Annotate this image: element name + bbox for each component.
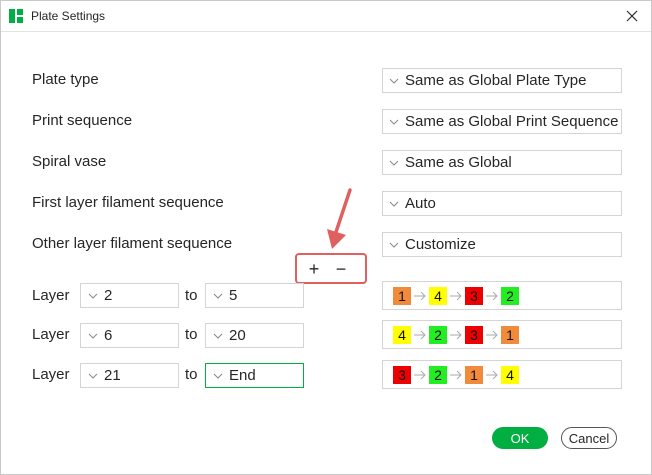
- app-logo-icon: [9, 9, 23, 23]
- plate-type-value: Same as Global Plate Type: [405, 72, 587, 89]
- layer-to-input[interactable]: 5: [205, 283, 304, 308]
- filament-chip[interactable]: 3: [465, 286, 483, 305]
- chevron-down-icon: [88, 293, 98, 299]
- layer-range-controls: + −: [295, 253, 367, 284]
- first-layer-sequence-value: Auto: [405, 195, 436, 212]
- other-layer-sequence-select[interactable]: Customize: [382, 232, 622, 257]
- chevron-down-icon: [389, 242, 399, 248]
- arrow-right-icon: [484, 370, 500, 380]
- layer-to-value: End: [229, 367, 256, 384]
- plate-type-select[interactable]: Same as Global Plate Type: [382, 68, 622, 93]
- other-layer-sequence-label: Other layer filament sequence: [32, 235, 233, 252]
- layer-label: Layer: [32, 287, 70, 304]
- title-bar: Plate Settings: [1, 1, 651, 32]
- layer-to-input[interactable]: 20: [205, 323, 304, 348]
- close-icon: [626, 10, 638, 22]
- other-layer-sequence-value: Customize: [405, 236, 476, 253]
- arrow-right-icon: [448, 370, 464, 380]
- filament-chip[interactable]: 1: [501, 325, 519, 344]
- close-button[interactable]: [619, 3, 645, 29]
- filament-chip[interactable]: 2: [429, 365, 447, 384]
- plate-type-label: Plate type: [32, 71, 99, 88]
- chevron-down-icon: [389, 160, 399, 166]
- chevron-down-icon: [213, 293, 223, 299]
- arrow-right-icon: [484, 330, 500, 340]
- arrow-right-icon: [448, 291, 464, 301]
- arrow-right-icon: [484, 291, 500, 301]
- chevron-down-icon: [389, 201, 399, 207]
- ok-button[interactable]: OK: [492, 427, 548, 449]
- filament-chip[interactable]: 1: [393, 286, 411, 305]
- annotation-arrow-icon: [327, 188, 352, 249]
- minus-icon: −: [335, 258, 347, 279]
- filament-chip[interactable]: 4: [393, 325, 411, 344]
- layer-from-input[interactable]: 6: [80, 323, 179, 348]
- first-layer-sequence-label: First layer filament sequence: [32, 194, 224, 211]
- filament-chip[interactable]: 2: [501, 286, 519, 305]
- filament-sequence-row-2: 4231: [382, 320, 622, 349]
- filament-sequence-row-3: 3214: [382, 360, 622, 389]
- filament-sequence-row-1: 1432: [382, 281, 622, 310]
- arrow-right-icon: [412, 370, 428, 380]
- spiral-vase-label: Spiral vase: [32, 153, 107, 170]
- arrow-right-icon: [412, 330, 428, 340]
- spiral-vase-value: Same as Global: [405, 154, 512, 171]
- remove-layer-range-button[interactable]: −: [330, 258, 352, 280]
- print-sequence-value: Same as Global Print Sequence: [405, 113, 619, 130]
- add-layer-range-button[interactable]: +: [303, 258, 325, 280]
- chevron-down-icon: [389, 119, 399, 125]
- filament-chip[interactable]: 3: [393, 365, 411, 384]
- spiral-vase-select[interactable]: Same as Global: [382, 150, 622, 175]
- chevron-down-icon: [88, 333, 98, 339]
- filament-chip[interactable]: 3: [465, 325, 483, 344]
- cancel-button[interactable]: Cancel: [561, 427, 617, 449]
- to-label: to: [185, 366, 198, 383]
- plate-settings-dialog: Plate Settings Plate type Same as Global…: [0, 0, 652, 475]
- layer-label: Layer: [32, 326, 70, 343]
- first-layer-sequence-select[interactable]: Auto: [382, 191, 622, 216]
- arrow-right-icon: [412, 291, 428, 301]
- layer-from-input[interactable]: 2: [80, 283, 179, 308]
- print-sequence-select[interactable]: Same as Global Print Sequence: [382, 109, 622, 134]
- layer-from-input[interactable]: 21: [80, 363, 179, 388]
- chevron-down-icon: [389, 78, 399, 84]
- filament-chip[interactable]: 4: [501, 365, 519, 384]
- chevron-down-icon: [213, 333, 223, 339]
- layer-from-value: 21: [104, 367, 121, 384]
- to-label: to: [185, 326, 198, 343]
- to-label: to: [185, 287, 198, 304]
- chevron-down-icon: [213, 373, 223, 379]
- layer-label: Layer: [32, 366, 70, 383]
- filament-chip[interactable]: 4: [429, 286, 447, 305]
- layer-to-value: 5: [229, 287, 238, 304]
- filament-chip[interactable]: 1: [465, 365, 483, 384]
- print-sequence-label: Print sequence: [32, 112, 133, 129]
- layer-to-value: 20: [229, 327, 246, 344]
- layer-to-input[interactable]: End: [205, 363, 304, 388]
- chevron-down-icon: [88, 373, 98, 379]
- filament-chip[interactable]: 2: [429, 325, 447, 344]
- plus-icon: +: [308, 258, 320, 279]
- layer-from-value: 6: [104, 327, 113, 344]
- arrow-right-icon: [448, 330, 464, 340]
- window-title: Plate Settings: [31, 9, 106, 23]
- layer-from-value: 2: [104, 287, 113, 304]
